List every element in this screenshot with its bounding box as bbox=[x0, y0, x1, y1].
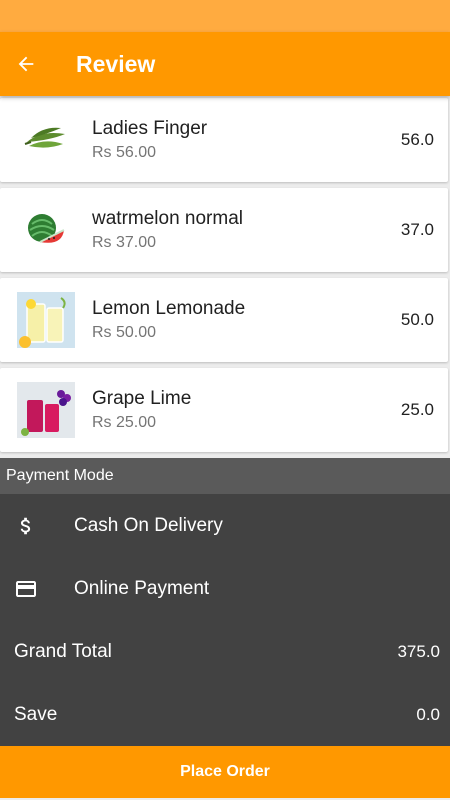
back-button[interactable] bbox=[0, 32, 52, 96]
item-price: Rs 37.00 bbox=[92, 234, 157, 251]
payment-mode-header: Payment Mode bbox=[0, 458, 450, 494]
status-bar bbox=[0, 0, 450, 32]
credit-card-icon bbox=[0, 577, 54, 601]
product-image bbox=[16, 381, 76, 439]
list-item[interactable]: Lemon Lemonade Rs 50.00 50.0 bbox=[0, 278, 448, 362]
item-amount: 50.0 bbox=[400, 310, 434, 329]
grand-total-value: 375.0 bbox=[397, 641, 440, 661]
list-item[interactable]: Grape Lime Rs 25.00 25.0 bbox=[0, 368, 448, 452]
product-image bbox=[16, 111, 76, 169]
item-amount: 37.0 bbox=[400, 220, 434, 239]
place-order-button[interactable]: Place Order bbox=[0, 746, 450, 798]
list-item[interactable]: Ladies Finger Rs 56.00 56.0 bbox=[0, 98, 448, 182]
grand-total-label: Grand Total bbox=[14, 640, 112, 662]
page-title: Review bbox=[76, 50, 156, 77]
item-name: Grape Lime bbox=[92, 388, 192, 409]
item-price: Rs 56.00 bbox=[92, 144, 157, 161]
dollar-icon bbox=[0, 513, 54, 539]
save-value: 0.0 bbox=[416, 704, 440, 724]
item-amount: 25.0 bbox=[400, 400, 434, 419]
app-bar: Review bbox=[0, 32, 450, 96]
item-price: Rs 25.00 bbox=[92, 414, 157, 431]
product-image bbox=[16, 291, 76, 349]
arrow-left-icon bbox=[18, 56, 34, 72]
item-name: Ladies Finger bbox=[92, 118, 208, 139]
online-payment-option[interactable]: Online Payment bbox=[0, 557, 450, 620]
cash-on-delivery-option[interactable]: Cash On Delivery bbox=[0, 494, 450, 557]
cash-on-delivery-label: Cash On Delivery bbox=[74, 514, 223, 536]
item-price: Rs 50.00 bbox=[92, 324, 157, 341]
order-items-list: Ladies Finger Rs 56.00 56.0 watrmelon no… bbox=[0, 96, 450, 458]
save-row: Save 0.0 bbox=[0, 683, 450, 746]
save-label: Save bbox=[14, 703, 58, 725]
checkout-panel: Cash On Delivery Online Payment Grand To… bbox=[0, 494, 450, 746]
item-name: watrmelon normal bbox=[92, 208, 243, 229]
item-name: Lemon Lemonade bbox=[92, 298, 246, 319]
online-payment-label: Online Payment bbox=[74, 577, 210, 599]
item-amount: 56.0 bbox=[400, 130, 434, 149]
product-image bbox=[16, 201, 76, 259]
grand-total-row: Grand Total 375.0 bbox=[0, 620, 450, 683]
list-item[interactable]: watrmelon normal Rs 37.00 37.0 bbox=[0, 188, 448, 272]
